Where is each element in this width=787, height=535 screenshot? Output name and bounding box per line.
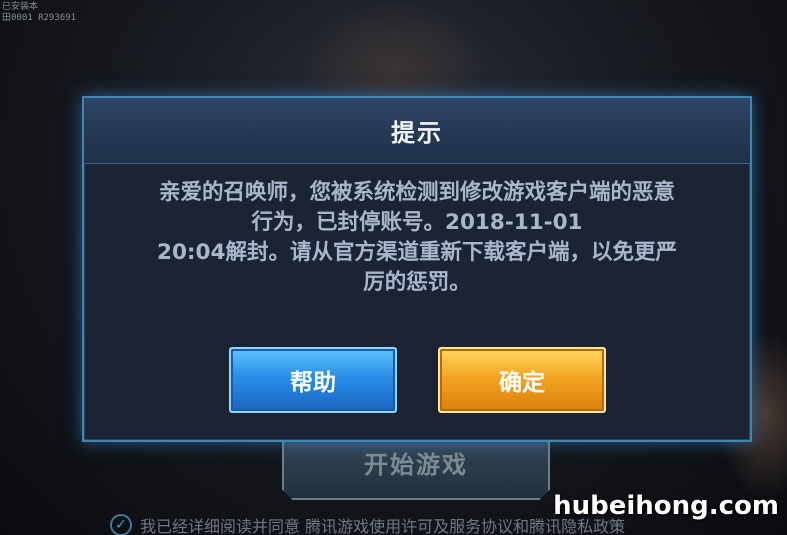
message-line: 亲爱的召唤师，您被系统检测到修改游戏客户端的恶意: [158, 180, 675, 205]
agreement-row: ✓ 我已经详细阅读并同意 腾讯游戏使用许可及服务协议和腾讯隐私政策: [110, 514, 625, 535]
background-figure: [300, 0, 490, 110]
confirm-button[interactable]: 确定: [438, 347, 606, 413]
agreement-checkbox[interactable]: ✓: [110, 514, 132, 535]
message-line: 20:04解封。请从官方渠道重新下载客户端，以免更严: [157, 240, 677, 265]
dialog-header: 提示: [84, 98, 750, 164]
ban-notice-dialog: 提示 亲爱的召唤师，您被系统检测到修改游戏客户端的恶意 行为，已封停账号。201…: [82, 96, 752, 442]
dialog-title: 提示: [391, 119, 443, 147]
message-line: 厉的惩罚。: [363, 270, 471, 295]
version-text: 已安装本 田0001 R293691: [2, 2, 77, 23]
confirm-button-label: 确定: [499, 370, 545, 396]
dialog-message: 亲爱的召唤师，您被系统检测到修改游戏客户端的恶意 行为，已封停账号。2018-1…: [98, 178, 736, 298]
message-line: 行为，已封停账号。2018-11-01: [251, 210, 583, 235]
help-button-label: 帮助: [290, 370, 336, 396]
site-watermark: hubeihong.com: [553, 491, 779, 521]
start-game-label: 开始游戏: [364, 451, 468, 479]
help-button[interactable]: 帮助: [229, 347, 397, 413]
